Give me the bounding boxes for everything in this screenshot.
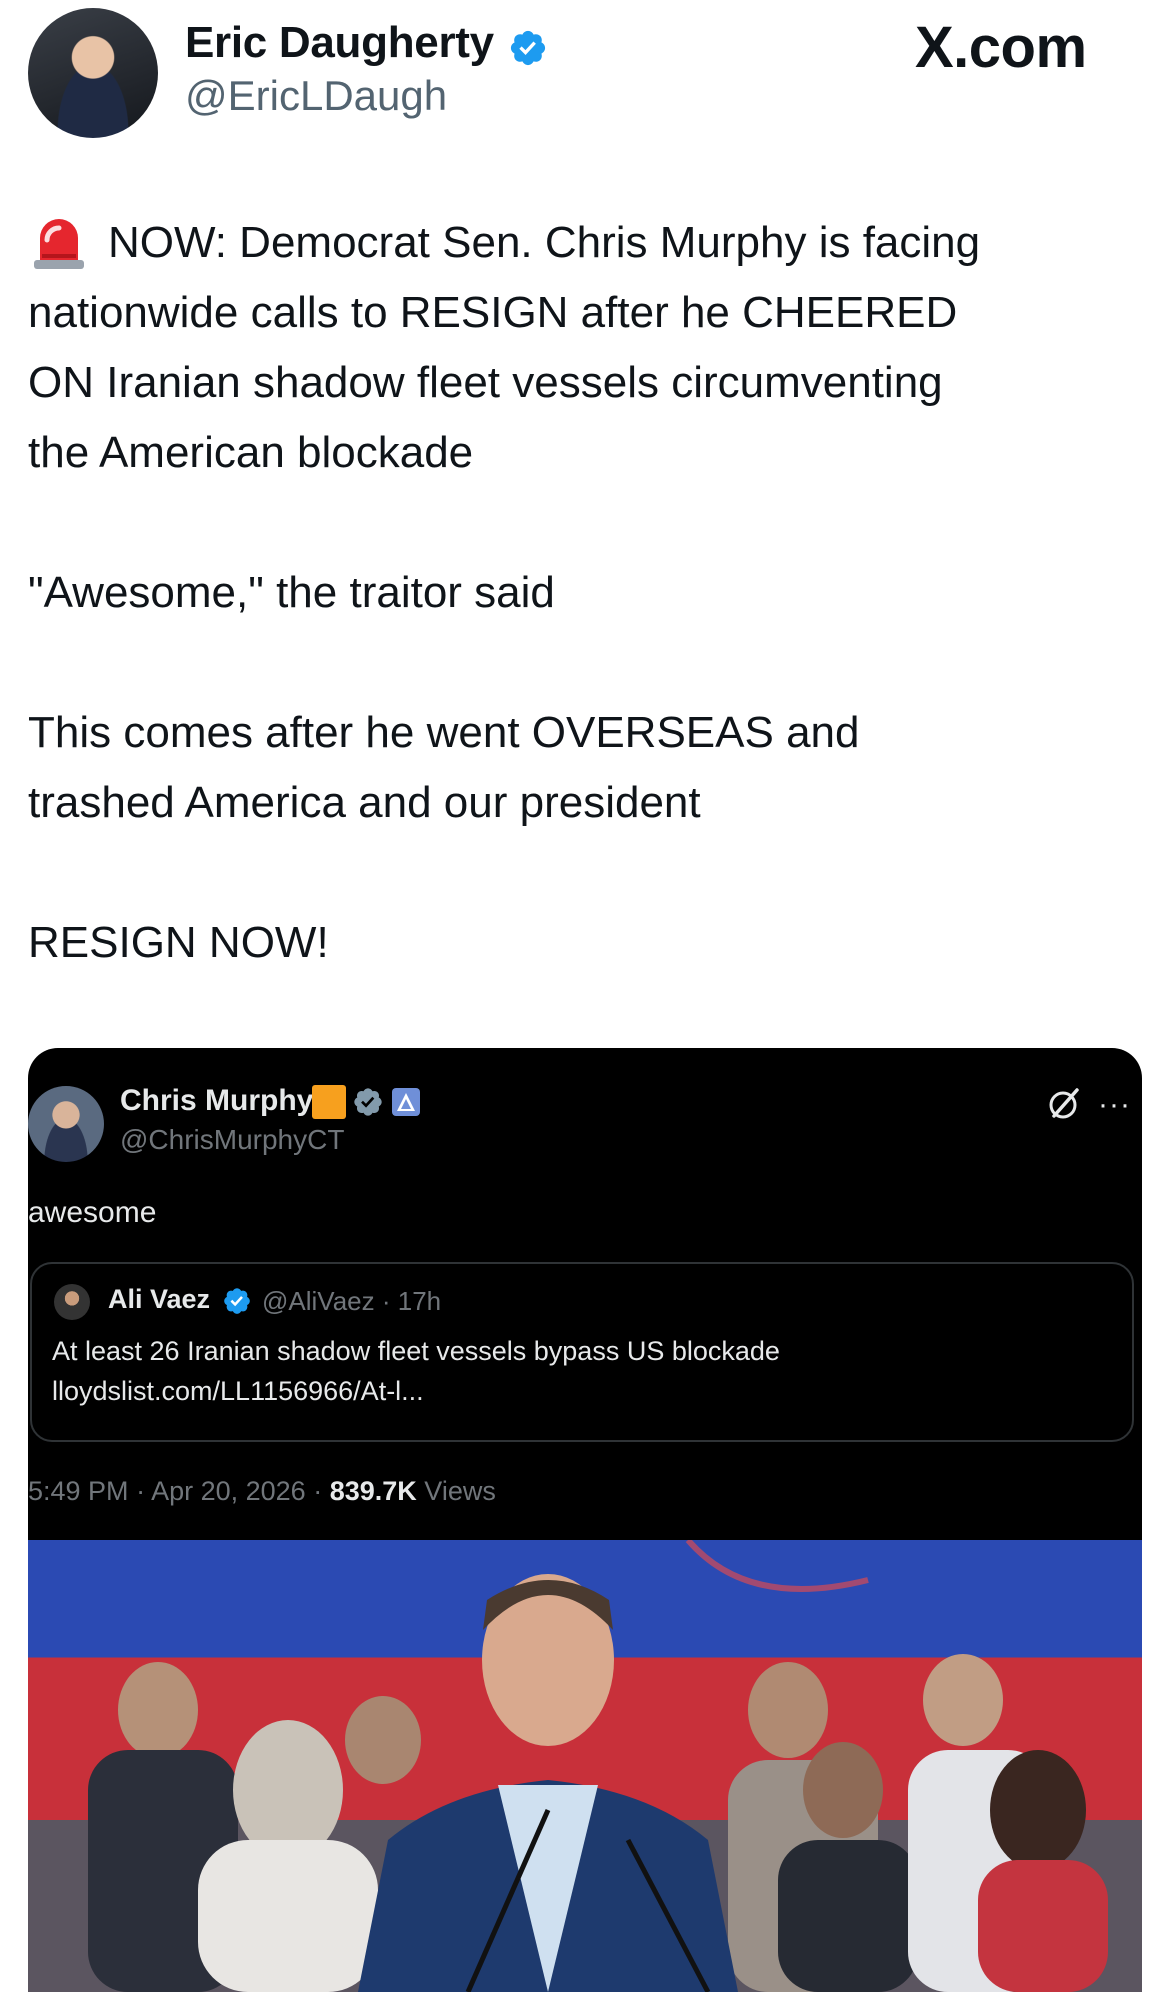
- author-handle[interactable]: @EricLDaugh: [185, 72, 447, 120]
- embedded-author-handle: @ChrisMurphyCT: [120, 1124, 345, 1155]
- views-count: 839.7K: [329, 1476, 417, 1506]
- tweet-line-4: the American blockade: [28, 428, 474, 477]
- tweet-line-8: RESIGN NOW!: [28, 918, 329, 967]
- verified-gray-icon: [354, 1088, 382, 1116]
- tweet-line-3: ON Iranian shadow fleet vessels circumve…: [28, 358, 943, 407]
- quoted-handle-and-age: @AliVaez · 17h: [262, 1286, 442, 1316]
- quoted-post-link[interactable]: lloydslist.com/LL1156966/At-l...: [52, 1376, 424, 1407]
- speaker-photo-illustration: [88, 1540, 1108, 1992]
- government-badge-icon: [392, 1088, 420, 1116]
- quoted-author-name: Ali Vaez: [108, 1284, 211, 1314]
- orange-square-icon: [312, 1085, 346, 1119]
- author-name[interactable]: Eric Daugherty: [185, 18, 494, 68]
- quoted-author-handle: @AliVaez: [262, 1286, 375, 1316]
- grok-icon[interactable]: [1046, 1086, 1082, 1122]
- embedded-author-avatar: [28, 1086, 104, 1162]
- embedded-author-name: Chris Murphy: [120, 1084, 314, 1117]
- quoted-post-text: At least 26 Iranian shadow fleet vessels…: [52, 1336, 780, 1366]
- verified-badge-icon: [224, 1288, 250, 1314]
- quoted-post-age: 17h: [397, 1286, 442, 1316]
- embedded-photo[interactable]: [28, 1540, 1142, 1992]
- embedded-post-screenshot[interactable]: Chris Murphy @ChrisMurphyCT ··· awesome …: [28, 1048, 1142, 1992]
- quoted-author-avatar: [54, 1284, 90, 1320]
- tweet-line-2: nationwide calls to RESIGN after he CHEE…: [28, 288, 958, 337]
- more-icon[interactable]: ···: [1098, 1088, 1131, 1122]
- author-avatar[interactable]: [28, 8, 158, 138]
- post-timestamp: 5:49 PM · Apr 20, 2026 · 839.7K Views: [28, 1476, 496, 1506]
- quoted-post[interactable]: Ali Vaez @AliVaez · 17h At least 26 Iran…: [30, 1262, 1134, 1442]
- site-logo: X.com: [915, 15, 1087, 80]
- verified-badge-icon: [510, 30, 546, 66]
- views-label: Views: [424, 1476, 496, 1506]
- tweet-line-7: trashed America and our president: [28, 778, 701, 827]
- embedded-post-text: awesome: [28, 1196, 157, 1229]
- tweet-line-1: NOW: Democrat Sen. Chris Murphy is facin…: [108, 218, 981, 267]
- embedded-author-badges: [312, 1084, 422, 1120]
- police-siren-icon: [34, 219, 84, 269]
- post-time: 5:49 PM: [28, 1476, 129, 1506]
- post-date: Apr 20, 2026: [151, 1476, 306, 1506]
- tweet-line-5: "Awesome," the traitor said: [28, 568, 555, 617]
- tweet-line-6: This comes after he went OVERSEAS and: [28, 708, 860, 757]
